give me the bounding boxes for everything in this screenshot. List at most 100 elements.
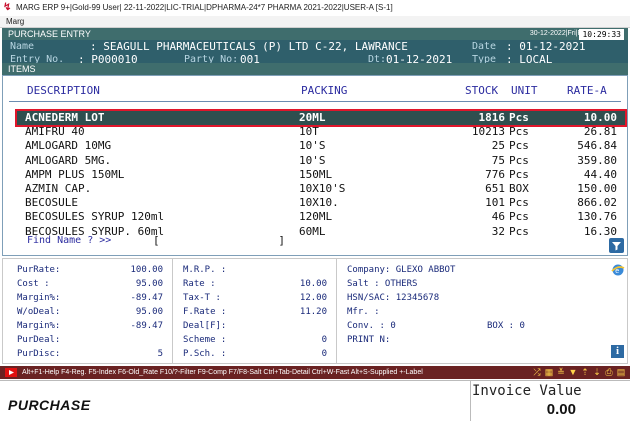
company-info: Company: GLEXO ABBOT	[347, 265, 456, 275]
detail-value: -89.47	[130, 293, 163, 303]
cell-packing: 10X10.	[299, 196, 339, 210]
globe-icon: e	[611, 264, 625, 276]
detail-value: 95.00	[135, 279, 163, 289]
download-icon[interactable]: ⇣	[592, 367, 602, 377]
cell-unit: Pcs	[509, 125, 529, 139]
item-list-grid: DESCRIPTION PACKING STOCK UNIT RATE-A AC…	[2, 75, 628, 256]
shuffle-icon[interactable]: ⤮	[532, 367, 542, 377]
details-company-pane: Company: GLEXO ABBOT Salt : OTHERS HSN/S…	[337, 259, 627, 363]
table-row[interactable]: AZMIN CAP. 10X10'S 651 BOX 150.00	[17, 182, 625, 196]
play-icon[interactable]	[5, 368, 17, 377]
dt-label: Dt:	[368, 54, 387, 63]
cell-stock: 25	[491, 139, 505, 153]
window-title-bar: ↯ MARG ERP 9+|Gold-99 User| 22-11-2022|L…	[0, 0, 630, 16]
shortcut-status-bar: Alt+F1-Help F4-Reg. F5-Index F6-Old_Rate…	[0, 366, 630, 379]
type-field[interactable]: : LOCAL	[506, 53, 552, 63]
cell-description: AMLOGARD 5MG.	[25, 153, 112, 167]
cell-stock: 101	[485, 196, 505, 210]
dt-field[interactable]: 01-12-2021	[386, 53, 452, 63]
cell-stock: 46	[491, 210, 505, 224]
cell-rate: 26.81	[583, 125, 617, 139]
table-row-selected[interactable]: ACNEDERM LOT 20ML 1816 Pcs 10.00	[15, 109, 627, 127]
detail-value: 12.00	[299, 293, 327, 303]
browser-icon[interactable]: e	[611, 262, 625, 276]
detail-label: W/oDeal:	[17, 307, 61, 317]
info-icon: i	[615, 345, 620, 357]
entry-no-label: Entry No.	[10, 54, 65, 63]
mode-label: PURCHASE	[8, 397, 91, 413]
cell-rate: 150.00	[577, 182, 617, 195]
cell-stock: 32	[491, 224, 505, 238]
detail-value: 100.00	[130, 265, 163, 275]
cell-packing: 10X10'S	[299, 182, 346, 195]
cell-rate: 130.76	[577, 210, 617, 224]
detail-label: Deal[F]:	[183, 321, 227, 331]
cell-packing: 10T	[299, 125, 319, 139]
shortcut-help-text: Alt+F1-Help F4-Reg. F5-Index F6-Old_Rate…	[22, 369, 423, 376]
cell-stock: 10213	[471, 125, 505, 139]
entry-info-panel: Name : SEAGULL PHARMACEUTICALS (P) LTD C…	[2, 40, 628, 63]
header-clock: 10:29:33	[579, 29, 624, 40]
conv-info: Conv. : 0	[347, 321, 396, 331]
filter-button[interactable]	[609, 238, 624, 253]
cell-description: ACNEDERM LOT	[25, 111, 105, 124]
calculator-icon[interactable]: ▦	[544, 367, 554, 377]
upload-icon[interactable]: ⇡	[580, 367, 590, 377]
funnel-icon	[612, 242, 621, 251]
detail-label: Scheme :	[183, 335, 227, 345]
sort-icon[interactable]: ≚	[556, 367, 566, 377]
party-name-field[interactable]: : SEAGULL PHARMACEUTICALS (P) LTD C-22, …	[90, 40, 408, 53]
page-title: PURCHASE ENTRY	[8, 29, 91, 39]
filter-icon[interactable]: ▼	[568, 367, 578, 377]
table-row[interactable]: BECOSULE 10X10. 101 Pcs 866.02	[17, 196, 625, 210]
detail-label: Margin%:	[17, 321, 61, 331]
cell-packing: 20ML	[299, 111, 326, 124]
marg-logo-icon: ↯	[3, 2, 12, 13]
type-label: Type	[472, 54, 497, 63]
footer-panel: PURCHASE Invoice Value 0.00	[0, 380, 630, 421]
cell-packing: 150ML	[299, 167, 333, 181]
detail-label: Rate :	[183, 279, 216, 289]
cell-rate: 10.00	[583, 111, 617, 124]
details-rate-pane: M.R.P. : Rate : 10.00 Tax-T : 12.00 F.Rate : 1…	[173, 259, 337, 363]
export-icon[interactable]: ▤	[616, 367, 626, 377]
print-info: PRINT N:	[347, 335, 391, 345]
purchase-entry-header: PURCHASE ENTRY 30-12-2022|Fri|P| 10:29:3…	[2, 28, 628, 40]
cell-packing: 60ML	[299, 224, 326, 238]
svg-text:e: e	[615, 268, 619, 275]
cell-rate: 16.30	[583, 224, 617, 238]
date-field[interactable]: : 01-12-2021	[506, 40, 585, 53]
col-stock: STOCK	[465, 84, 499, 97]
detail-value: 0	[321, 349, 327, 359]
menu-marg[interactable]: Marg	[6, 17, 24, 26]
party-no-field[interactable]: 001	[240, 53, 260, 63]
detail-label: PurRate:	[17, 265, 61, 275]
detail-label: P.Sch. :	[183, 349, 227, 359]
print-icon[interactable]: ⎙	[604, 367, 614, 377]
window-title: MARG ERP 9+|Gold-99 User| 22-11-2022|LIC…	[16, 3, 393, 12]
table-row[interactable]: AMPM PLUS 150ML 150ML 776 Pcs 44.40	[17, 168, 625, 182]
detail-value: 95.00	[135, 307, 163, 317]
detail-label: PurDeal:	[17, 335, 61, 345]
table-row[interactable]: AMLOGARD 5MG. 10'S 75 Pcs 359.80	[17, 154, 625, 168]
mfr-info: Mfr. :	[347, 307, 380, 317]
find-close-bracket: ]	[278, 234, 285, 247]
hsn-info: HSN/SAC: 12345678	[347, 293, 440, 303]
find-name-input[interactable]: [ ]	[153, 234, 285, 247]
date-label: Date	[472, 41, 497, 52]
detail-value: -89.47	[130, 321, 163, 331]
invoice-value-label: Invoice Value	[472, 383, 582, 399]
header-divider	[9, 101, 621, 102]
entry-no-field[interactable]: : P000010	[78, 53, 138, 63]
cell-description: AZMIN CAP.	[25, 182, 92, 195]
table-row[interactable]: BECOSULES SYRUP 120ml 120ML 46 Pcs 130.76	[17, 210, 625, 224]
table-row[interactable]: AMIFRU 40 10T 10213 Pcs 26.81	[17, 125, 625, 139]
cell-unit: Pcs	[509, 210, 529, 224]
details-pricing-pane: PurRate: 100.00 Cost : 95.00 Margin%: -89.47 W…	[3, 259, 173, 363]
cell-unit: Pcs	[509, 196, 529, 210]
info-button[interactable]: i	[611, 345, 624, 358]
cell-packing: 120ML	[299, 210, 333, 224]
col-rate: RATE-A	[567, 84, 607, 97]
table-row[interactable]: AMLOGARD 10MG 10'S 25 Pcs 546.84	[17, 139, 625, 153]
cell-stock: 776	[485, 167, 505, 181]
